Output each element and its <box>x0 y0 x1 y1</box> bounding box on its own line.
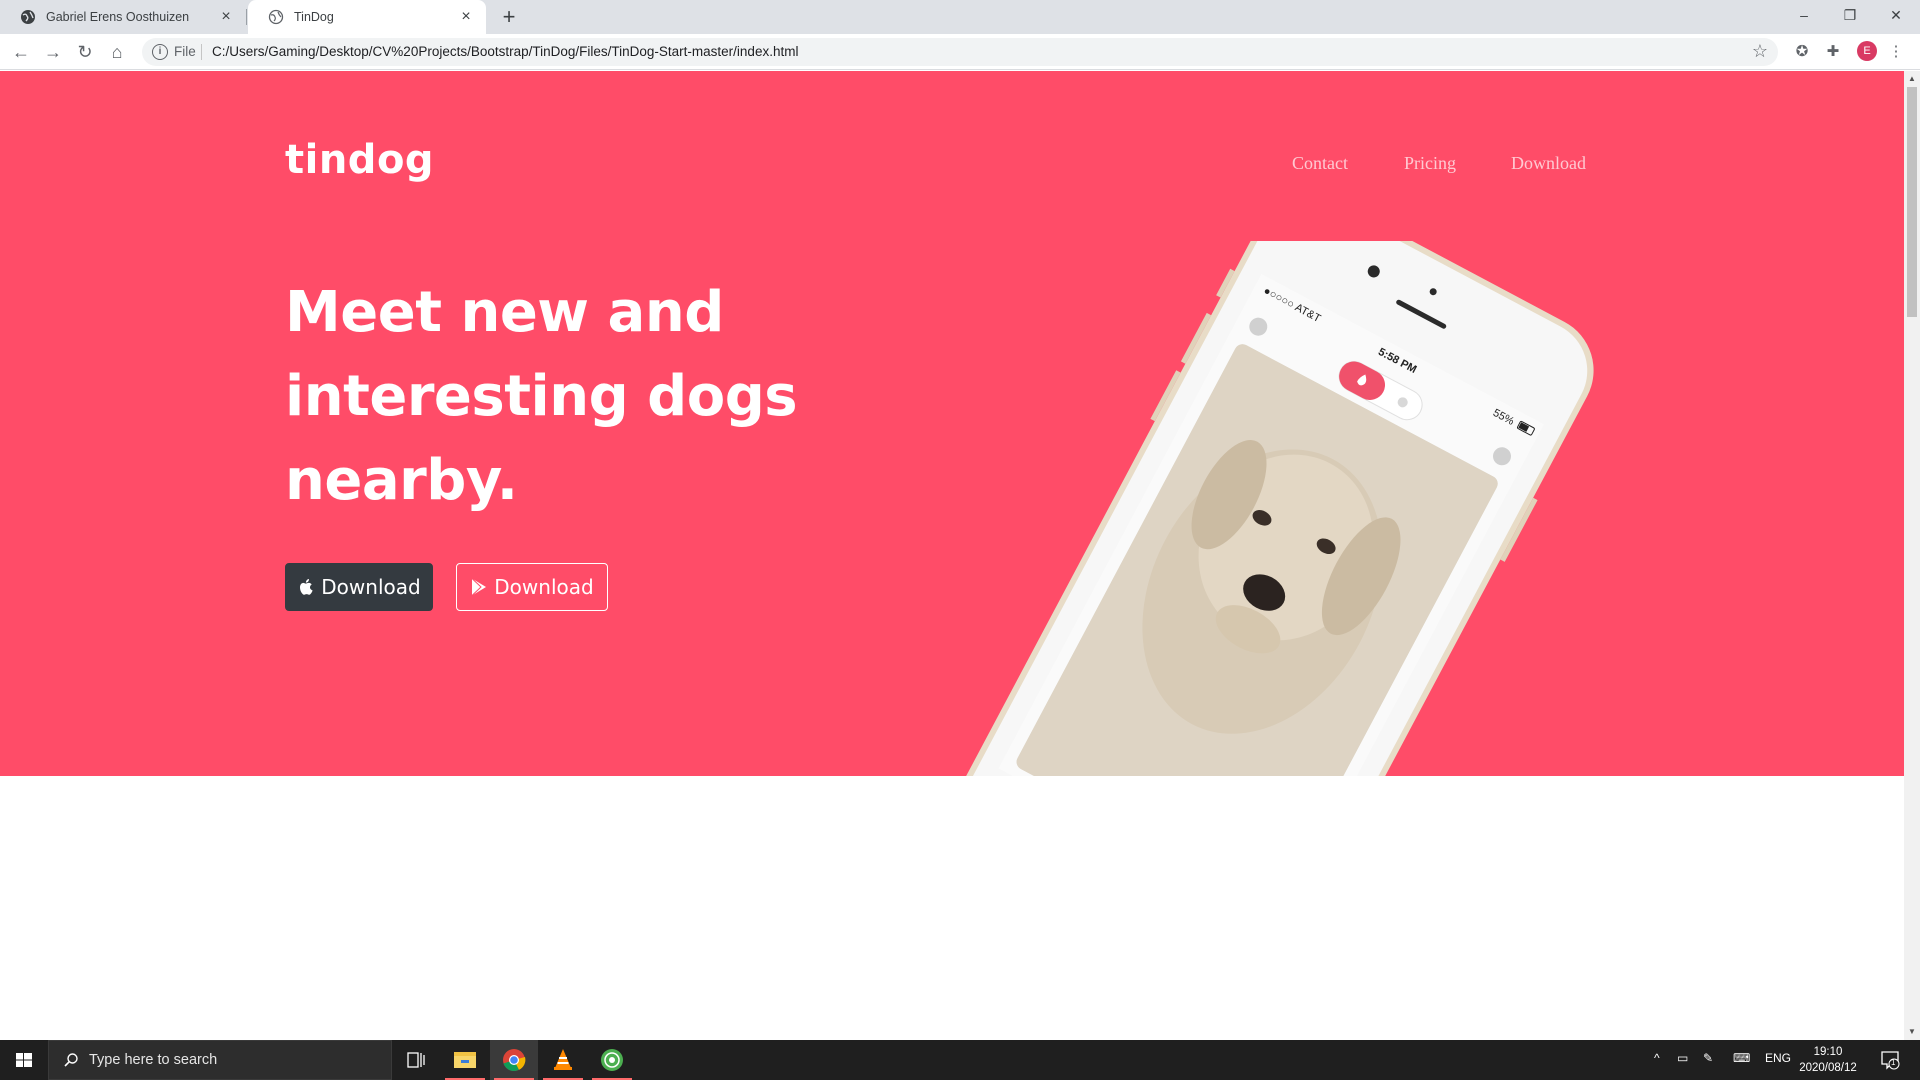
reload-icon[interactable]: ↻ <box>73 40 97 64</box>
chrome-glyph <box>503 1049 526 1072</box>
vertical-scrollbar[interactable]: ▲ ▼ <box>1904 71 1920 1040</box>
headline-line: nearby. <box>285 448 518 513</box>
app-icon[interactable] <box>588 1040 636 1080</box>
clock-time: 19:10 <box>1813 1046 1843 1058</box>
task-view-icon[interactable] <box>392 1040 440 1080</box>
folder-glyph <box>454 1052 476 1068</box>
task-view-glyph <box>407 1052 425 1068</box>
play-store-icon <box>471 578 487 596</box>
file-explorer-icon[interactable] <box>441 1040 489 1080</box>
forward-icon[interactable]: → <box>41 40 65 64</box>
tab-tindog[interactable]: TinDog × <box>248 0 486 34</box>
vlc-icon[interactable] <box>539 1040 587 1080</box>
puzzle-icon[interactable]: ✚ <box>1823 42 1843 62</box>
address-scheme: File <box>174 44 196 59</box>
vlc-glyph <box>554 1049 572 1070</box>
app-glyph <box>601 1049 623 1071</box>
pen-icon[interactable]: ✎ <box>1703 1051 1713 1065</box>
minimize-icon[interactable]: – <box>1781 0 1827 30</box>
scroll-thumb[interactable] <box>1907 87 1917 317</box>
apple-icon <box>300 579 313 595</box>
globe-icon <box>268 9 284 25</box>
globe-icon <box>21 10 35 24</box>
search-icon <box>64 1053 78 1067</box>
chrome-icon[interactable] <box>490 1040 538 1080</box>
brand-logo[interactable]: tindog <box>285 137 434 183</box>
tab-title: Gabriel Erens Oosthuizen <box>46 10 190 24</box>
language-indicator[interactable]: ENG <box>1765 1051 1791 1065</box>
tab-separator <box>246 9 247 25</box>
apple-download-button[interactable]: Download <box>285 563 433 611</box>
nav-pricing[interactable]: Pricing <box>1404 153 1456 174</box>
address-bar[interactable]: i File C:/Users/Gaming/Desktop/CV%20Proj… <box>142 38 1778 66</box>
browser-tab-strip: Gabriel Erens Oosthuizen × TinDog × + – … <box>0 0 1920 34</box>
home-icon[interactable]: ⌂ <box>105 40 129 64</box>
taskbar-search[interactable]: Type here to search <box>48 1040 392 1080</box>
address-divider <box>201 44 202 60</box>
profile-avatar[interactable]: E <box>1857 41 1877 61</box>
hero-headline: Meet new and interesting dogs nearby. <box>285 271 885 523</box>
hero-section: tindog Contact Pricing Download Meet new… <box>0 71 1904 776</box>
browser-toolbar: ← → ↻ ⌂ i File C:/Users/Gaming/Desktop/C… <box>0 34 1920 70</box>
button-label: Download <box>321 575 421 599</box>
restore-icon[interactable]: ❐ <box>1827 0 1873 30</box>
notification-count: 1 <box>1891 1058 1896 1067</box>
scroll-up-icon[interactable]: ▲ <box>1904 71 1920 87</box>
close-tab-icon[interactable]: × <box>458 9 474 25</box>
notification-icon <box>1881 1051 1900 1070</box>
network-icon[interactable]: ▭ <box>1677 1051 1688 1065</box>
notification-center[interactable]: 1 <box>1879 1049 1901 1071</box>
scroll-down-icon[interactable]: ▼ <box>1904 1024 1920 1040</box>
windows-taskbar: Type here to search ^ ▭ ✎ ⌨ ENG 19:10 20… <box>0 1040 1920 1080</box>
headline-line: interesting dogs <box>285 364 798 429</box>
info-icon[interactable]: i <box>152 44 168 60</box>
page-viewport: tindog Contact Pricing Download Meet new… <box>0 71 1904 1040</box>
keyboard-icon[interactable]: ⌨ <box>1733 1051 1750 1065</box>
nav-contact[interactable]: Contact <box>1292 153 1348 174</box>
tab-title: TinDog <box>294 10 334 24</box>
close-tab-icon[interactable]: × <box>218 9 234 25</box>
show-hidden-icons[interactable]: ^ <box>1654 1051 1660 1065</box>
extension-icon[interactable]: ✪ <box>1792 42 1812 62</box>
search-placeholder: Type here to search <box>89 1052 218 1068</box>
window-close-icon[interactable]: ✕ <box>1873 0 1919 30</box>
menu-icon[interactable]: ⋮ <box>1886 42 1906 62</box>
address-url[interactable]: C:/Users/Gaming/Desktop/CV%20Projects/Bo… <box>212 44 798 59</box>
taskbar-clock[interactable]: 19:10 2020/08/12 <box>1791 1044 1865 1076</box>
play-store-download-button[interactable]: Download <box>456 563 608 611</box>
windows-logo-icon <box>16 1053 32 1067</box>
button-label: Download <box>494 575 594 599</box>
clock-date: 2020/08/12 <box>1799 1062 1857 1074</box>
start-button[interactable] <box>0 1040 48 1080</box>
tab-gabriel[interactable]: Gabriel Erens Oosthuizen × <box>0 0 246 34</box>
iphone-mockup: ●○○○○ AT&T 5:58 PM 55% <box>960 241 1594 776</box>
back-icon[interactable]: ← <box>9 40 33 64</box>
new-tab-button[interactable]: + <box>497 6 521 29</box>
headline-line: Meet new and <box>285 280 724 345</box>
star-icon[interactable]: ☆ <box>1752 41 1768 62</box>
nav-download[interactable]: Download <box>1511 153 1586 174</box>
